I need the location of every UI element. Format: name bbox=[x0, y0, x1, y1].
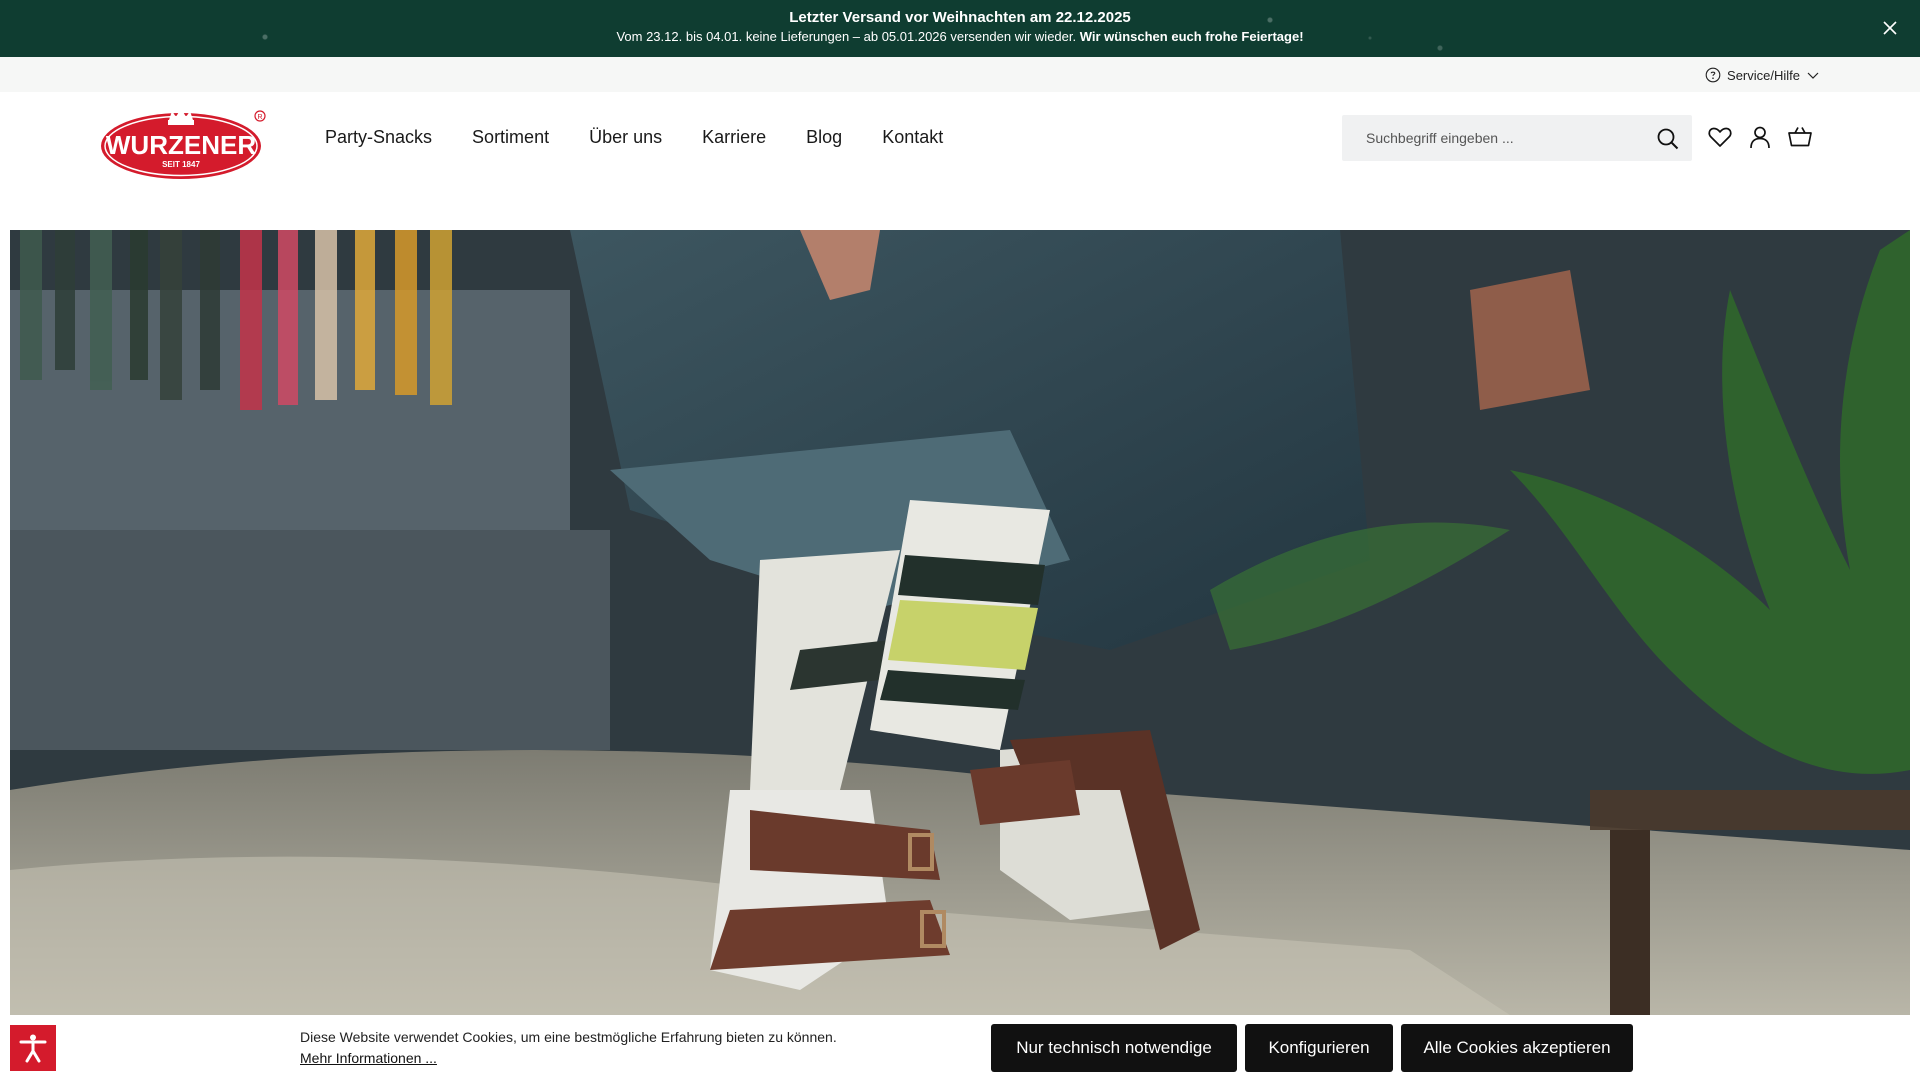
nav-item-sortiment[interactable]: Sortiment bbox=[472, 127, 549, 148]
hero-video bbox=[10, 230, 1910, 1015]
nav-item-kontakt[interactable]: Kontakt bbox=[882, 127, 943, 148]
service-label: Service/Hilfe bbox=[1727, 67, 1800, 83]
announcement-bar: Letzter Versand vor Weihnachten am 22.12… bbox=[0, 0, 1920, 57]
search-input[interactable] bbox=[1342, 115, 1642, 161]
basket-icon[interactable] bbox=[1787, 124, 1813, 150]
service-help-dropdown[interactable]: Service/Hilfe bbox=[1705, 65, 1820, 85]
search-box bbox=[1342, 115, 1692, 161]
accessibility-icon[interactable] bbox=[10, 1025, 56, 1071]
heart-icon[interactable] bbox=[1707, 124, 1733, 150]
service-bar: Service/Hilfe bbox=[0, 57, 1920, 92]
nav-item-karriere[interactable]: Karriere bbox=[702, 127, 766, 148]
nav-item-party-snacks[interactable]: Party-Snacks bbox=[325, 127, 432, 148]
svg-text:SEIT 1847: SEIT 1847 bbox=[162, 160, 200, 169]
close-icon[interactable] bbox=[1878, 16, 1902, 40]
announcement-text: Vom 23.12. bis 04.01. keine Lieferungen … bbox=[0, 29, 1920, 44]
search-icon[interactable] bbox=[1656, 127, 1680, 151]
user-icon[interactable] bbox=[1747, 124, 1773, 150]
cookie-necessary-button[interactable]: Nur technisch notwendige bbox=[991, 1024, 1237, 1072]
help-circle-icon bbox=[1705, 67, 1721, 83]
nav-item-blog[interactable]: Blog bbox=[806, 127, 842, 148]
announcement-title: Letzter Versand vor Weihnachten am 22.12… bbox=[789, 9, 1131, 26]
announcement-text-bold: Wir wünschen euch frohe Feiertage! bbox=[1079, 29, 1304, 44]
site-header: WURZENER SEIT 1847 R Party-Snacks Sortim… bbox=[0, 92, 1920, 230]
cookie-accept-all-button[interactable]: Alle Cookies akzeptieren bbox=[1401, 1024, 1633, 1072]
brand-logo[interactable]: WURZENER SEIT 1847 R bbox=[100, 102, 268, 180]
chevron-down-icon bbox=[1807, 72, 1819, 79]
cookie-banner: Diese Website verwendet Cookies, um eine… bbox=[0, 1015, 1920, 1080]
nav-item-ueber-uns[interactable]: Über uns bbox=[589, 127, 662, 148]
svg-text:R: R bbox=[257, 114, 262, 121]
announcement-text-regular: Vom 23.12. bis 04.01. keine Lieferungen … bbox=[616, 29, 1080, 44]
cookie-configure-button[interactable]: Konfigurieren bbox=[1245, 1024, 1393, 1072]
cookie-more-info-link[interactable]: Mehr Informationen ... bbox=[300, 1050, 437, 1066]
main-nav: Party-Snacks Sortiment Über uns Karriere… bbox=[325, 127, 943, 148]
svg-text:WURZENER: WURZENER bbox=[106, 130, 256, 160]
cookie-text: Diese Website verwendet Cookies, um eine… bbox=[300, 1029, 837, 1045]
